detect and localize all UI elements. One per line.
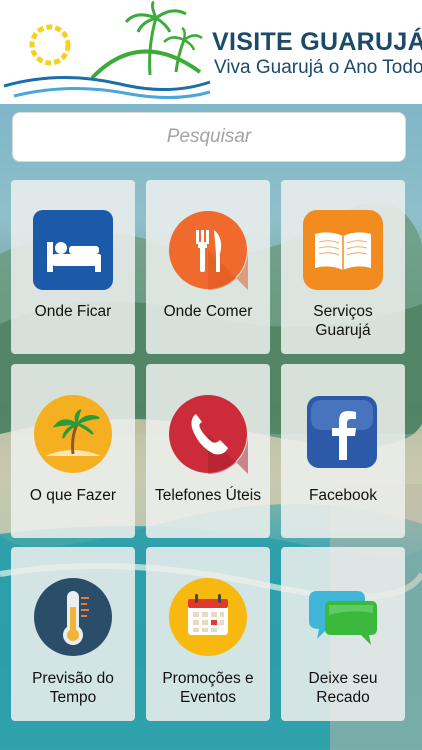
facebook-icon <box>307 396 377 468</box>
tile-label: Telefones Úteis <box>155 487 261 504</box>
guaruja-logo <box>3 0 211 100</box>
tile-promocoes-e-eventos[interactable]: Promoções e Eventos <box>146 547 270 721</box>
app-header: VISITE GUARUJÁ Viva Guarujá o Ano Todo <box>0 0 422 104</box>
tile-label: Promoções e Eventos <box>162 670 254 706</box>
brand-subtitle: Viva Guarujá o Ano Todo <box>214 57 422 78</box>
chat-bubbles-icon <box>309 591 377 645</box>
thermometer-icon <box>34 578 112 656</box>
tile-onde-comer[interactable]: Onde Comer <box>146 180 270 354</box>
tile-label: Previsão do Tempo <box>32 670 114 706</box>
tile-label: Onde Comer <box>163 303 253 320</box>
palm-beach-icon <box>34 395 112 473</box>
fork-knife-icon <box>169 211 248 290</box>
tile-label: Serviços Guarujá <box>313 303 373 339</box>
tile-facebook[interactable]: Facebook <box>281 364 405 538</box>
tile-label: O que Fazer <box>29 487 117 504</box>
tile-previsao-do-tempo[interactable]: Previsão do Tempo <box>11 547 135 721</box>
tile-label: Deixe seu Recado <box>308 670 378 706</box>
bed-icon <box>33 210 113 290</box>
brand-title: VISITE GUARUJÁ <box>212 28 422 56</box>
calendar-icon <box>169 578 247 656</box>
tile-deixe-seu-recado[interactable]: Deixe seu Recado <box>281 547 405 721</box>
tile-telefones-uteis[interactable]: Telefones Úteis <box>146 364 270 538</box>
tile-servicos-guaruja[interactable]: Serviços Guarujá <box>281 180 405 354</box>
tile-label: Facebook <box>308 487 378 504</box>
tile-onde-ficar[interactable]: Onde Ficar <box>11 180 135 354</box>
tile-label: Onde Ficar <box>34 303 112 320</box>
phone-icon <box>169 395 248 474</box>
book-icon <box>303 210 383 290</box>
search-input[interactable]: Pesquisar <box>12 112 406 162</box>
tile-o-que-fazer[interactable]: O que Fazer <box>11 364 135 538</box>
